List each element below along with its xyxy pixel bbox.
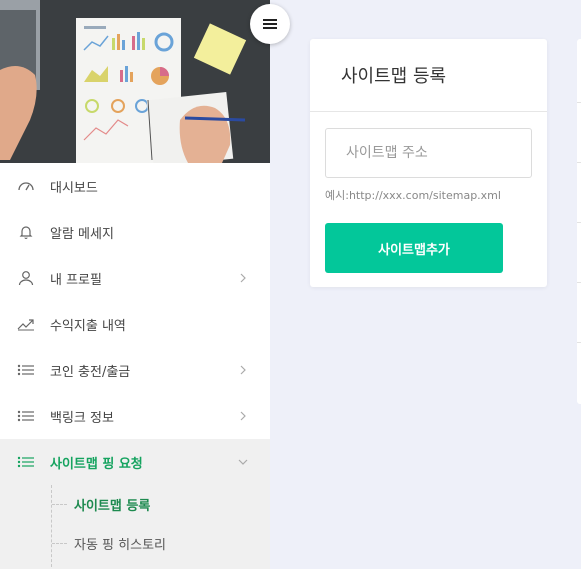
- sidebar: 대시보드 알람 메세지 내 프로필 수익지출 내역 코인 충전/출금 백링크 정…: [0, 0, 270, 569]
- sitemap-url-input[interactable]: [325, 128, 532, 178]
- sitemap-submenu: 사이트맵 등록 자동 핑 히스토리: [0, 485, 270, 569]
- chevron-down-icon: [237, 454, 249, 470]
- sidebar-menu: 대시보드 알람 메세지 내 프로필 수익지출 내역 코인 충전/출금 백링크 정…: [0, 163, 270, 569]
- sidebar-item-dashboard[interactable]: 대시보드: [0, 163, 270, 209]
- chevron-right-icon: [237, 362, 249, 378]
- sidebar-header-image: [0, 0, 270, 163]
- add-sitemap-button[interactable]: 사이트맵추가: [325, 223, 503, 273]
- chevron-right-icon: [237, 270, 249, 286]
- card-divider: [577, 162, 581, 163]
- card-body: 예시:http://xxx.com/sitemap.xml 사이트맵추가: [310, 112, 547, 289]
- submenu-item-label: 사이트맵 등록: [74, 499, 151, 514]
- card-divider: [577, 342, 581, 343]
- menu-toggle-button[interactable]: [250, 4, 290, 44]
- chevron-right-icon: [237, 408, 249, 424]
- sidebar-item-label: 코인 충전/출금: [50, 364, 131, 380]
- sitemap-register-card: 사이트맵 등록 예시:http://xxx.com/sitemap.xml 사이…: [310, 39, 547, 287]
- sidebar-item-label: 사이트맵 핑 요청: [50, 456, 143, 472]
- submenu-branch-line: [52, 543, 67, 544]
- workspace-photo-illustration: [0, 0, 270, 163]
- list-icon: [17, 453, 35, 471]
- hamburger-icon: [263, 15, 277, 34]
- submenu-branch-line: [52, 504, 67, 505]
- list-icon: [17, 407, 35, 425]
- sidebar-item-label: 수익지출 내역: [50, 318, 126, 334]
- sidebar-item-income-expense[interactable]: 수익지출 내역: [0, 301, 270, 347]
- card-title: 사이트맵 등록: [310, 39, 547, 112]
- sidebar-item-label: 대시보드: [50, 180, 98, 196]
- user-icon: [17, 269, 35, 287]
- list-icon: [17, 361, 35, 379]
- sidebar-item-backlink-info[interactable]: 백링크 정보: [0, 393, 270, 439]
- sidebar-item-coin-charge-withdraw[interactable]: 코인 충전/출금: [0, 347, 270, 393]
- sidebar-item-sitemap-ping-request[interactable]: 사이트맵 핑 요청: [0, 439, 270, 485]
- card-divider: [577, 282, 581, 283]
- trend-line-icon: [17, 315, 35, 333]
- submenu-item-sitemap-register[interactable]: 사이트맵 등록: [0, 485, 270, 524]
- card-divider: [577, 102, 581, 103]
- sidebar-item-label: 내 프로필: [50, 272, 102, 288]
- submenu-item-label: 자동 핑 히스토리: [74, 538, 166, 553]
- sidebar-item-label: 알람 메세지: [50, 226, 114, 242]
- bell-icon: [17, 223, 35, 241]
- sidebar-item-my-profile[interactable]: 내 프로필: [0, 255, 270, 301]
- secondary-card-clipped: [577, 39, 581, 404]
- sidebar-item-label: 백링크 정보: [50, 410, 114, 426]
- submenu-item-auto-ping-history[interactable]: 자동 핑 히스토리: [0, 524, 270, 563]
- dashboard-gauge-icon: [17, 177, 35, 195]
- sidebar-item-alarm-messages[interactable]: 알람 메세지: [0, 209, 270, 255]
- card-divider: [577, 222, 581, 223]
- sitemap-example-hint: 예시:http://xxx.com/sitemap.xml: [325, 189, 501, 202]
